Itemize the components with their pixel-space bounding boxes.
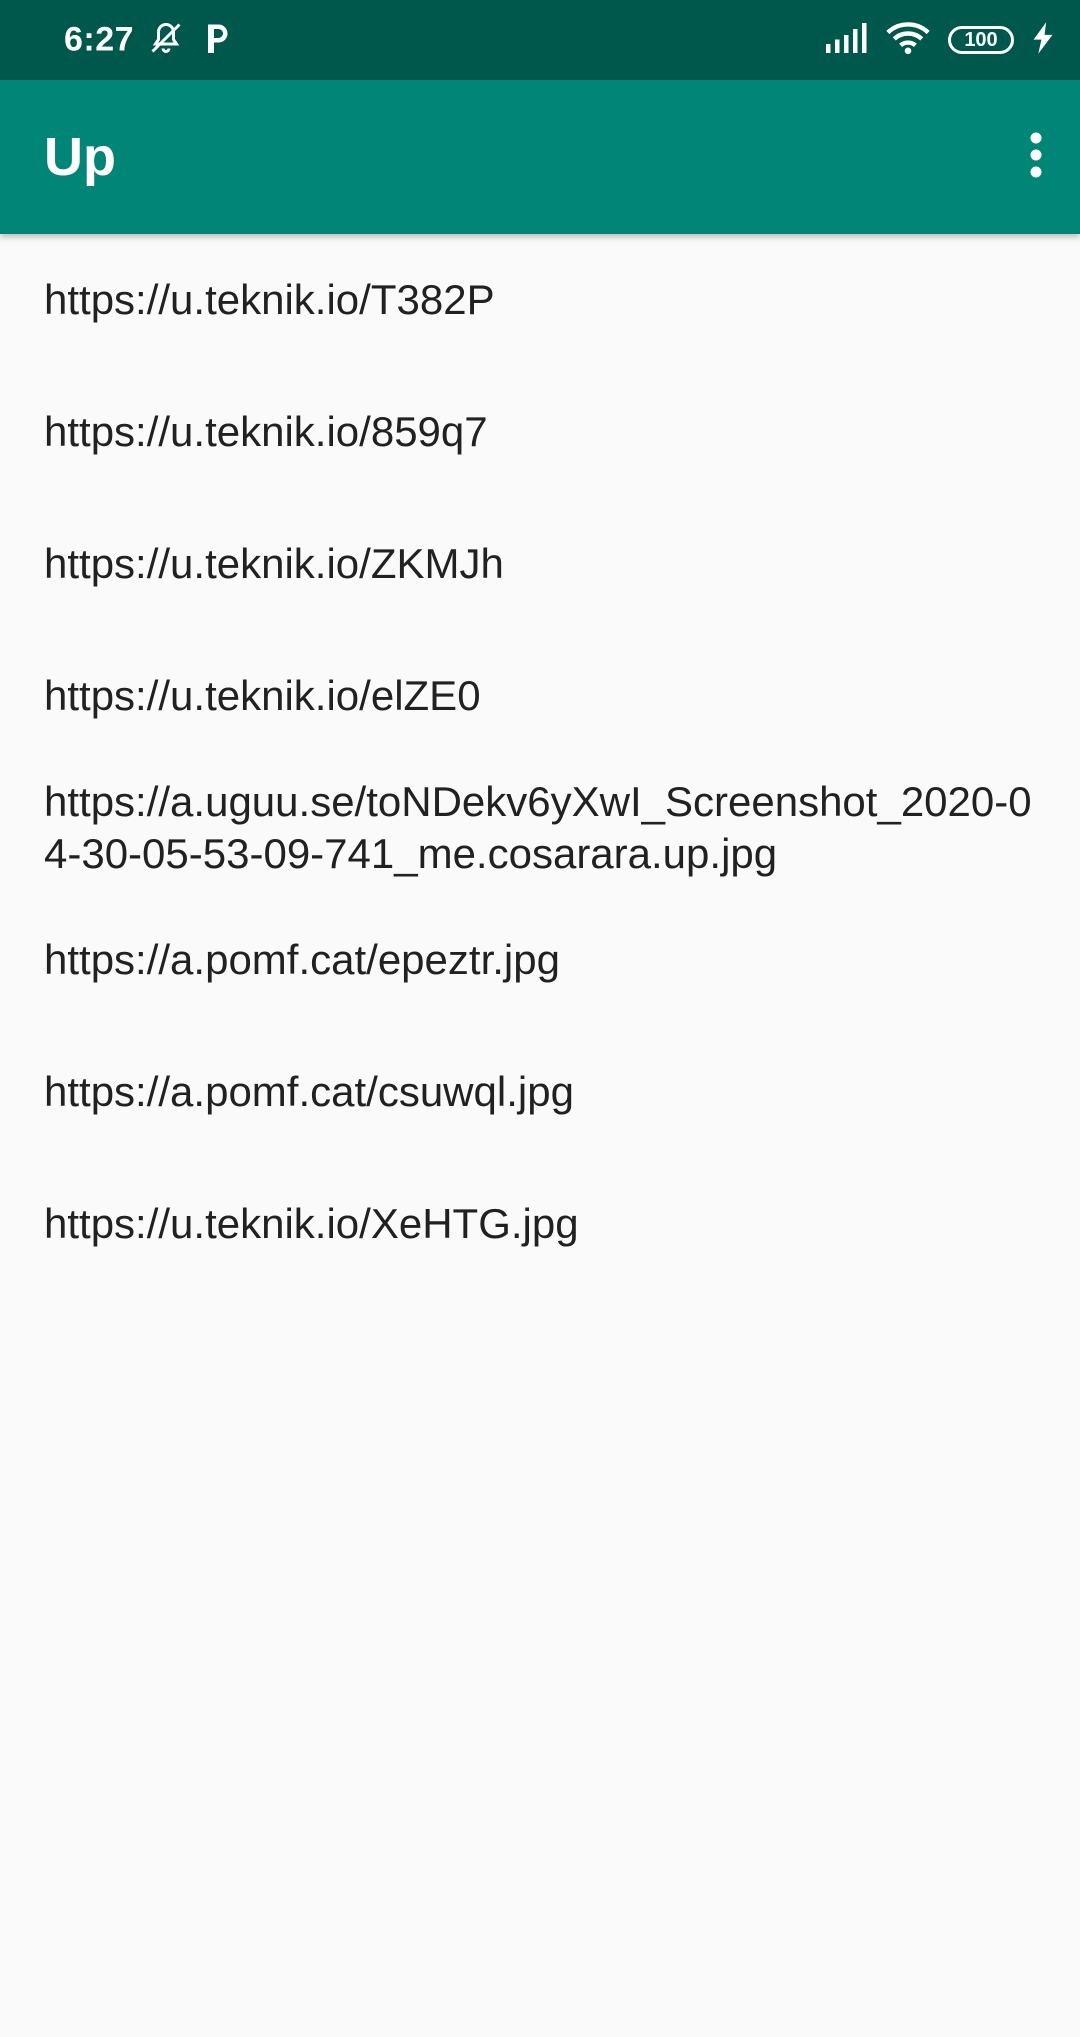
more-vert-icon bbox=[1029, 131, 1043, 184]
battery-level: 100 bbox=[964, 28, 998, 51]
status-right-icons: 100 bbox=[826, 0, 1054, 80]
list-item[interactable]: https://u.teknik.io/859q7 bbox=[0, 366, 1080, 498]
signal-icon bbox=[826, 22, 868, 58]
list-item[interactable]: https://u.teknik.io/ZKMJh bbox=[0, 498, 1080, 630]
upload-url: https://u.teknik.io/859q7 bbox=[44, 408, 488, 455]
status-bar: 6:27 100 bbox=[0, 0, 1080, 80]
upload-url: https://u.teknik.io/XeHTG.jpg bbox=[44, 1200, 579, 1247]
upload-url: https://a.pomf.cat/csuwql.jpg bbox=[44, 1068, 574, 1115]
overflow-menu-button[interactable] bbox=[1000, 109, 1072, 205]
list-item[interactable]: https://u.teknik.io/XeHTG.jpg bbox=[0, 1158, 1080, 1290]
mute-bell-icon bbox=[148, 20, 184, 61]
status-left-icons bbox=[148, 0, 232, 80]
parking-p-icon bbox=[202, 20, 232, 61]
list-item[interactable]: https://a.uguu.se/toNDekv6yXwI_Screensho… bbox=[0, 762, 1080, 894]
upload-url: https://u.teknik.io/elZE0 bbox=[44, 672, 481, 719]
upload-url: https://u.teknik.io/ZKMJh bbox=[44, 540, 504, 587]
list-item[interactable]: https://a.pomf.cat/epeztr.jpg bbox=[0, 894, 1080, 1026]
charging-bolt-icon bbox=[1032, 21, 1054, 59]
upload-url: https://a.uguu.se/toNDekv6yXwI_Screensho… bbox=[44, 778, 1032, 877]
list-item[interactable]: https://u.teknik.io/elZE0 bbox=[0, 630, 1080, 762]
uploads-list: https://u.teknik.io/T382P https://u.tekn… bbox=[0, 234, 1080, 1290]
battery-icon: 100 bbox=[948, 26, 1014, 54]
status-time: 6:27 bbox=[64, 20, 135, 59]
wifi-icon bbox=[886, 21, 930, 60]
upload-url: https://u.teknik.io/T382P bbox=[44, 276, 495, 323]
app-bar: Up bbox=[0, 80, 1080, 234]
upload-url: https://a.pomf.cat/epeztr.jpg bbox=[44, 936, 560, 983]
app-title: Up bbox=[44, 127, 116, 187]
list-item[interactable]: https://a.pomf.cat/csuwql.jpg bbox=[0, 1026, 1080, 1158]
list-item[interactable]: https://u.teknik.io/T382P bbox=[0, 234, 1080, 366]
